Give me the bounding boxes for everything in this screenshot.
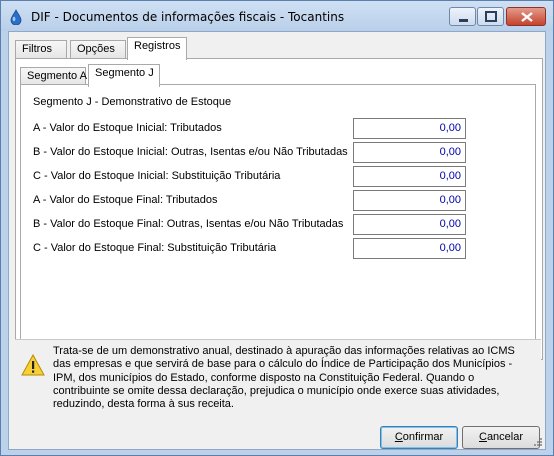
tab-label: Segmento J bbox=[95, 67, 154, 79]
tab-segmento-j[interactable]: Segmento J bbox=[88, 64, 160, 87]
tab-label: Opções bbox=[77, 43, 115, 55]
segmento-j-panel: Segmento J - Demonstrativo de Estoque A … bbox=[20, 84, 536, 354]
warning-icon bbox=[21, 354, 45, 376]
estoque-final-substituicao-field[interactable]: 0,00 bbox=[353, 238, 466, 259]
row-label-estoque-inicial-outras: B - Valor do Estoque Inicial: Outras, Is… bbox=[33, 146, 348, 158]
tab-label: Segmento A bbox=[27, 70, 87, 82]
minimize-button[interactable] bbox=[449, 7, 476, 26]
row-label-estoque-final-substituicao: C - Valor do Estoque Final: Substituição… bbox=[33, 242, 277, 254]
close-icon bbox=[521, 12, 533, 22]
confirm-label: onfirmar bbox=[402, 431, 444, 443]
maximize-icon bbox=[485, 11, 497, 22]
info-message-box: Trata-se de um demonstrativo anual, dest… bbox=[15, 339, 541, 415]
row-label-estoque-final-outras: B - Valor do Estoque Final: Outras, Isen… bbox=[33, 218, 344, 230]
close-button[interactable] bbox=[506, 7, 546, 26]
row-label-estoque-inicial-tributados: A - Valor do Estoque Inicial: Tributados bbox=[33, 122, 222, 134]
confirm-button[interactable]: Confirmar bbox=[380, 426, 458, 449]
dialog-client-area: Filtros Opções Registros Segmento A Segm… bbox=[8, 31, 546, 450]
estoque-inicial-substituicao-field[interactable]: 0,00 bbox=[353, 166, 466, 187]
estoque-final-tributados-field[interactable]: 0,00 bbox=[353, 190, 466, 211]
confirm-mnemonic: C bbox=[394, 431, 403, 443]
title-bar[interactable]: DIF - Documentos de informações fiscais … bbox=[1, 1, 553, 31]
dialog-window: DIF - Documentos de informações fiscais … bbox=[0, 0, 554, 456]
tab-registros[interactable]: Registros bbox=[127, 37, 187, 60]
app-drop-icon bbox=[10, 9, 22, 25]
estoque-inicial-tributados-field[interactable]: 0,00 bbox=[353, 118, 466, 139]
maximize-button[interactable] bbox=[477, 7, 504, 26]
tab-label: Filtros bbox=[22, 43, 52, 55]
cancel-mnemonic: C bbox=[478, 431, 487, 443]
tab-label: Registros bbox=[134, 40, 181, 52]
registros-panel: Segmento A Segmento J Segmento J - Demon… bbox=[15, 58, 543, 360]
section-title: Segmento J - Demonstrativo de Estoque bbox=[33, 96, 232, 108]
cancel-button[interactable]: Cancelar bbox=[462, 426, 540, 449]
estoque-inicial-outras-field[interactable]: 0,00 bbox=[353, 142, 466, 163]
cancel-label: ancelar bbox=[486, 431, 524, 443]
tab-filtros[interactable]: Filtros bbox=[15, 40, 67, 59]
minimize-icon bbox=[459, 19, 468, 22]
window-title: DIF - Documentos de informações fiscais … bbox=[31, 10, 345, 24]
row-label-estoque-final-tributados: A - Valor do Estoque Final: Tributados bbox=[33, 194, 218, 206]
info-text: Trata-se de um demonstrativo anual, dest… bbox=[53, 345, 515, 411]
row-label-estoque-inicial-substituicao: C - Valor do Estoque Inicial: Substituiç… bbox=[33, 170, 281, 182]
tab-opcoes[interactable]: Opções bbox=[70, 40, 126, 59]
estoque-final-outras-field[interactable]: 0,00 bbox=[353, 214, 466, 235]
resize-grip-icon[interactable] bbox=[533, 437, 543, 447]
